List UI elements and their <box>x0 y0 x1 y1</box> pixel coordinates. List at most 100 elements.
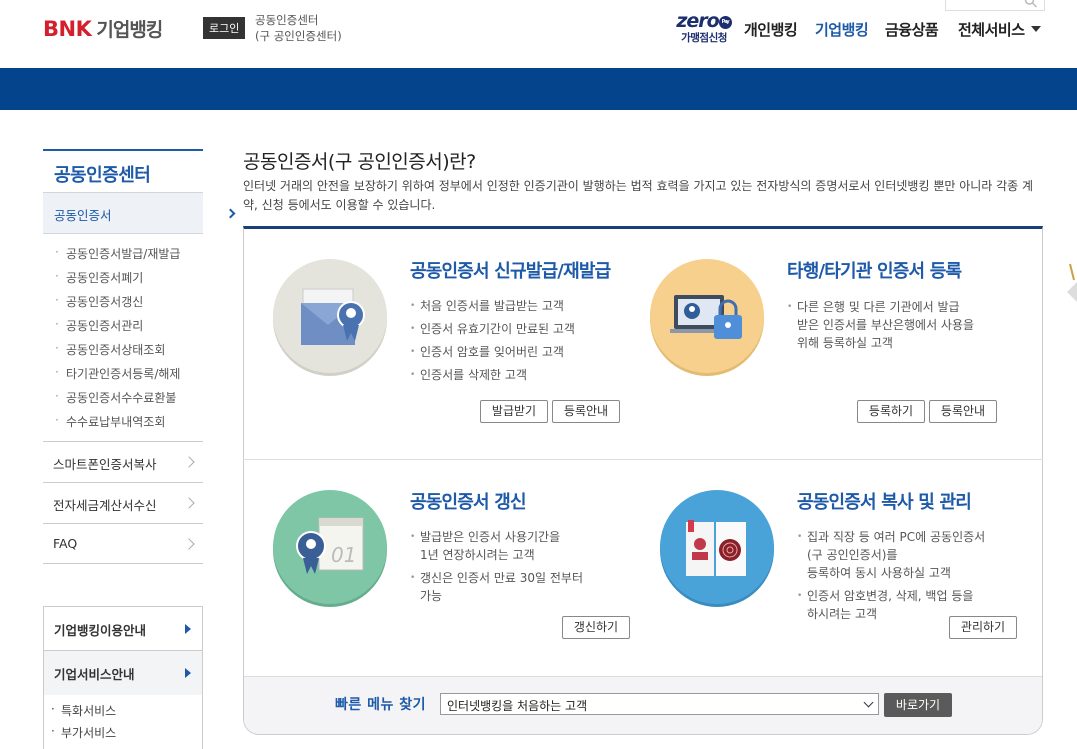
book-fingerprint-graphic <box>686 520 746 576</box>
sidebar-item-biz-banking-guide[interactable]: 기업뱅킹이용안내 <box>44 607 202 651</box>
chevron-right-icon <box>225 208 236 219</box>
sidebar-item-biz-service-guide[interactable]: 기업서비스안내 <box>44 651 202 695</box>
go-button[interactable]: 바로가기 <box>884 693 952 717</box>
monitor-lock-icon <box>650 259 764 373</box>
sidebar-sub-status[interactable]: 공동인증서상태조회 <box>55 341 165 358</box>
card-renew-bullet: 갱신은 인증서 만료 30일 전부터 가능 <box>410 569 583 605</box>
sidebar-sub-fee-history[interactable]: 수수료납부내역조회 <box>55 413 165 430</box>
card-renew-bullet: 발급받은 인증서 사용기간을 1년 연장하시려는 고객 <box>410 528 560 564</box>
nav-all-services-label: 전체서비스 <box>958 21 1025 39</box>
card-new-issue-title: 공동인증서 신규발급/재발급 <box>410 261 611 282</box>
bullet-text: 다른 은행 및 다른 기관에서 발급 받은 인증서를 부산은행에서 사용을 위해… <box>797 300 975 350</box>
bullet-text: 갱신은 인증서 만료 30일 전부터 가능 <box>420 571 584 603</box>
sidebar-sub-label: 공동인증서발급/재발급 <box>66 247 181 261</box>
blue-banner <box>0 68 1077 110</box>
card-renew-title: 공동인증서 갱신 <box>410 492 527 513</box>
register-guide-button[interactable]: 등록안내 <box>929 400 997 423</box>
sidebar-sub-additional-service[interactable]: 부가서비스 <box>51 724 117 741</box>
sidebar-item-tax-invoice[interactable]: 전자세금계산서수신 <box>43 482 203 523</box>
card-copy-manage-title: 공동인증서 복사 및 관리 <box>797 492 972 513</box>
chevron-right-icon <box>183 456 195 468</box>
sidebar-item-label: 기업서비스안내 <box>54 667 135 682</box>
bullet-text: 발급받은 인증서 사용기간을 1년 연장하시려는 고객 <box>420 530 561 562</box>
card-copy-manage-bullet: 인증서 암호변경, 삭제, 백업 등을 하시려는 고객 <box>797 587 973 623</box>
sidebar-sub-revoke[interactable]: 공동인증서폐기 <box>55 269 143 286</box>
sidebar-sub-label: 부가서비스 <box>61 726 117 740</box>
sidebar-sub-label: 공동인증서수수료환불 <box>66 391 177 405</box>
sidebar-item-label: 전자세금계산서수신 <box>53 498 157 513</box>
login-button[interactable]: 로그인 <box>203 17 246 39</box>
sidebar-sub-renew[interactable]: 공동인증서갱신 <box>55 293 143 310</box>
header: BNK 기업뱅킹 로그인 공동인증센터 (구 공인인증센터) zero Pay 가… <box>0 0 1077 68</box>
logo-biz-text: 기업뱅킹 <box>96 19 163 41</box>
zeropay-word: zero <box>676 10 719 32</box>
sidebar-sub-issue[interactable]: 공동인증서발급/재발급 <box>55 245 180 262</box>
sidebar-sub-refund[interactable]: 공동인증서수수료환불 <box>55 389 176 406</box>
bullet-text: 인증서 암호를 잊어버린 고객 <box>420 345 564 359</box>
caret-down-icon <box>1031 26 1042 32</box>
page-description: 인터넷 거래의 안전을 보장하기 위하여 정부에서 인정한 인증기관이 발행하는… <box>243 179 1034 212</box>
envelope-certificate-icon <box>273 259 387 373</box>
card-copy-manage-bullet: 집과 직장 등 여러 PC에 공동인증서 (구 공인인증서)를 등록하여 동시 … <box>797 528 985 582</box>
triangle-right-icon <box>185 668 191 678</box>
side-decoration-icon <box>1067 263 1077 302</box>
card-new-issue-bullet: 인증서 유효기간이 만료된 고객 <box>410 320 575 338</box>
zeropay-link[interactable]: zero Pay 가맹점신청 <box>676 12 732 45</box>
bullet-text: 인증서를 삭제한 고객 <box>420 368 527 382</box>
bullet-text: 처음 인증서를 발급받는 고객 <box>420 299 564 313</box>
bullet-text: 인증서 유효기간이 만료된 고객 <box>420 322 575 336</box>
quick-menu-selected: 인터넷뱅킹을 처음하는 고객 <box>447 699 588 713</box>
sidebar-item-certificate-label: 공동인증서 <box>54 208 112 223</box>
manage-button[interactable]: 관리하기 <box>949 616 1017 639</box>
page-title: 공동인증서(구 공인인증서)란? <box>243 151 476 173</box>
card-new-issue-bullet: 인증서를 삭제한 고객 <box>410 366 527 384</box>
envelope-certificate-graphic <box>301 288 365 345</box>
sidebar-item-label: FAQ <box>53 536 78 551</box>
sidebar-sub-label: 공동인증서폐기 <box>66 271 144 285</box>
issue-button[interactable]: 발급받기 <box>480 400 548 423</box>
nav-corporate-banking[interactable]: 기업뱅킹 <box>815 19 869 40</box>
zeropay-sub: 가맹점신청 <box>681 32 727 44</box>
sidebar-sub-label: 공동인증서갱신 <box>66 295 144 309</box>
renew-button[interactable]: 갱신하기 <box>562 616 630 639</box>
nav-personal-banking[interactable]: 개인뱅킹 <box>744 19 798 40</box>
quick-menu-label: 빠른 메뉴 찾기 <box>335 697 427 713</box>
triangle-right-icon <box>185 624 191 634</box>
zeropay-logo: zero Pay <box>676 10 732 32</box>
bullet-text: 집과 직장 등 여러 PC에 공동인증서 (구 공인인증서)를 등록하여 동시 … <box>807 530 986 580</box>
sidebar-sub-other-register[interactable]: 타기관인증서등록/해제 <box>55 365 180 382</box>
card-new-issue-bullet: 처음 인증서를 발급받는 고객 <box>410 297 564 315</box>
sidebar-sub-label: 공동인증서관리 <box>66 319 144 333</box>
svg-text:01: 01 <box>331 543 356 567</box>
nav-all-services[interactable]: 전체서비스 <box>958 19 1042 40</box>
bnk-logo[interactable]: BNK 기업뱅킹 <box>43 15 163 42</box>
sidebar-sub-label: 수수료납부내역조회 <box>66 415 166 429</box>
card-other-register-bullet: 다른 은행 및 다른 기관에서 발급 받은 인증서를 부산은행에서 사용을 위해… <box>787 298 974 352</box>
search-input[interactable] <box>945 0 1045 11</box>
sidebar-item-faq[interactable]: FAQ <box>43 523 203 564</box>
book-fingerprint-icon <box>660 490 774 604</box>
card-other-register-title: 타행/타기관 인증서 등록 <box>787 261 962 282</box>
zeropay-badge: Pay <box>718 16 732 29</box>
issue-guide-button[interactable]: 등록안내 <box>552 400 620 423</box>
quick-menu-select[interactable]: 인터넷뱅킹을 처음하는 고객 <box>440 693 879 715</box>
sidebar-sub-label: 공동인증서상태조회 <box>66 343 166 357</box>
logo-bnk-text: BNK <box>43 16 92 41</box>
sidebar-item-smartphone-copy[interactable]: 스마트폰인증서복사 <box>43 441 203 482</box>
card-new-issue-bullet: 인증서 암호를 잊어버린 고객 <box>410 343 564 361</box>
sidebar-item-label: 기업뱅킹이용안내 <box>54 623 147 638</box>
nav-financial-products[interactable]: 금융상품 <box>885 19 939 40</box>
sidebar-item-certificate[interactable]: 공동인증서 <box>43 192 236 234</box>
chevron-right-icon <box>183 497 195 509</box>
cert-center-link[interactable]: 공동인증센터 (구 공인인증센터) <box>255 12 342 44</box>
search-icon[interactable] <box>1024 0 1038 8</box>
sidebar-sub-label: 특화서비스 <box>61 704 117 718</box>
sidebar-sub-label: 타기관인증서등록/해제 <box>66 367 181 381</box>
sidebar-sub-manage[interactable]: 공동인증서관리 <box>55 317 143 334</box>
register-button[interactable]: 등록하기 <box>857 400 925 423</box>
calendar-certificate-icon: 01 <box>273 490 387 604</box>
sidebar-sub-special-service[interactable]: 특화서비스 <box>51 702 117 719</box>
monitor-lock-graphic <box>670 295 742 339</box>
chevron-down-icon <box>863 697 874 708</box>
cert-center-line1: 공동인증센터 <box>255 13 319 27</box>
